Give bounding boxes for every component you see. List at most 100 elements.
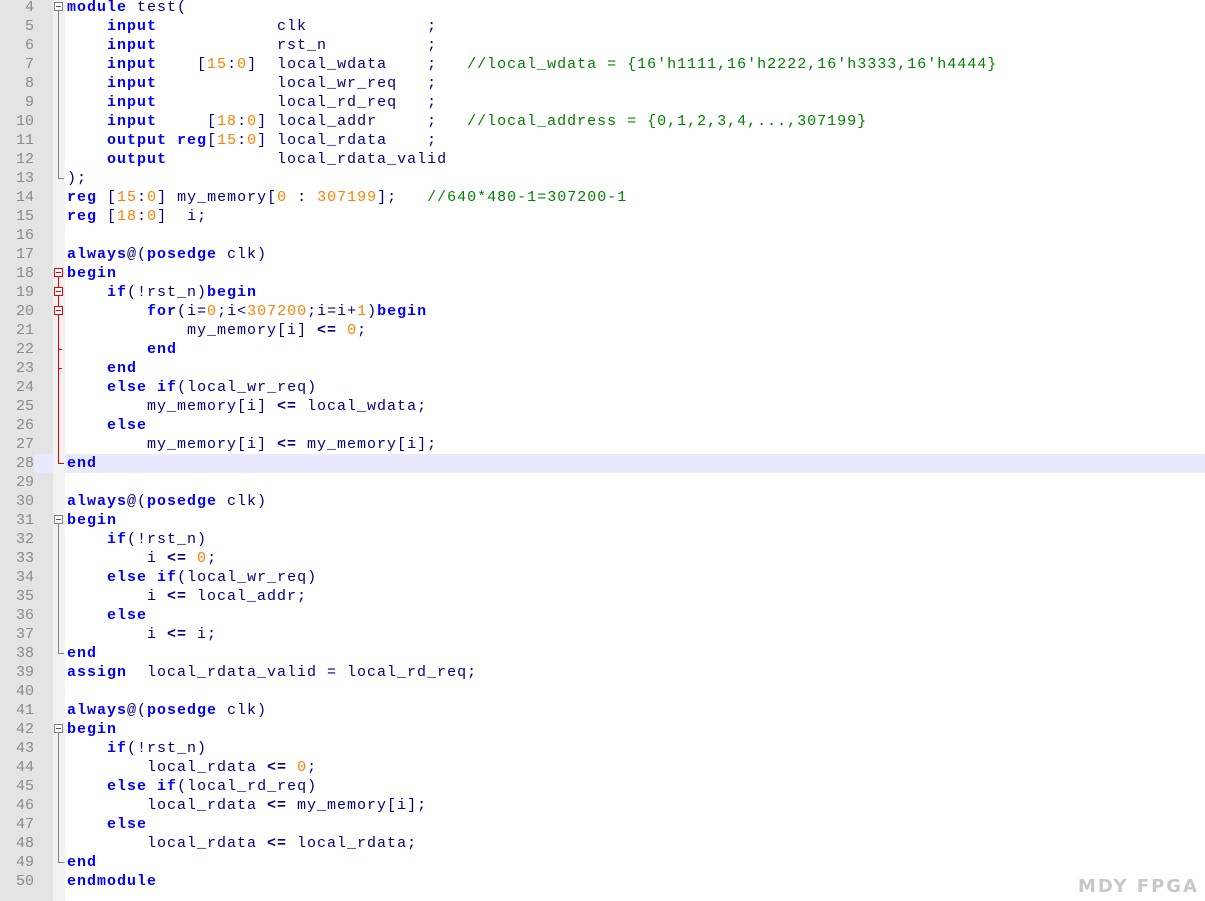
code-line[interactable]: 13);: [0, 169, 1205, 188]
line-number: 29: [15, 474, 34, 491]
token-text: ];: [377, 189, 428, 206]
collapse-icon[interactable]: [54, 268, 63, 277]
fold-marker: [53, 739, 65, 758]
fold-marker: [53, 74, 65, 93]
token-text: @(: [127, 493, 148, 510]
line-number: 15: [15, 208, 34, 225]
code-line[interactable]: 7 input [15:0] local_wdata ; //local_wda…: [0, 55, 1205, 74]
code-text: else if(local_wr_req): [67, 568, 317, 587]
code-text: always@(posedge clk): [67, 245, 267, 264]
code-line[interactable]: 11 output reg[15:0] local_rdata ;: [0, 131, 1205, 150]
collapse-icon[interactable]: [54, 306, 63, 315]
code-line[interactable]: 5 input clk ;: [0, 17, 1205, 36]
code-line[interactable]: 31 begin: [0, 511, 1205, 530]
code-line[interactable]: 20 for(i=0;i<307200;i=i+1)begin: [0, 302, 1205, 321]
code-line[interactable]: 45 else if(local_rd_req): [0, 777, 1205, 796]
fold-marker: [53, 530, 65, 549]
code-line[interactable]: 35 i <= local_addr;: [0, 587, 1205, 606]
token-text: (local_wr_req): [177, 379, 318, 396]
fold-marker[interactable]: [53, 283, 65, 302]
token-text: i: [67, 550, 168, 567]
line-number: 42: [15, 721, 34, 738]
fold-marker[interactable]: [53, 0, 65, 17]
token-keyword: else: [107, 417, 148, 434]
code-line[interactable]: 39 assign local_rdata_valid = local_rd_re…: [0, 663, 1205, 682]
code-line[interactable]: 18 begin: [0, 264, 1205, 283]
code-line[interactable]: 25 my_memory[i] <= local_wdata;: [0, 397, 1205, 416]
code-text: begin: [67, 720, 117, 739]
line-number: 47: [15, 816, 34, 833]
code-editor[interactable]: 4 module test(5 input clk ; 6 input rst_n …: [0, 0, 1205, 891]
code-line[interactable]: 30 always@(posedge clk): [0, 492, 1205, 511]
code-line[interactable]: 37 i <= i;: [0, 625, 1205, 644]
code-line[interactable]: 24 else if(local_wr_req): [0, 378, 1205, 397]
code-text: begin: [67, 264, 117, 283]
code-line[interactable]: 49 end: [0, 853, 1205, 872]
fold-marker: [53, 188, 65, 207]
code-line[interactable]: 43 if(!rst_n): [0, 739, 1205, 758]
code-line[interactable]: 47 else: [0, 815, 1205, 834]
token-text: local_rdata_valid = local_rd_req;: [127, 664, 478, 681]
code-line[interactable]: 32 if(!rst_n): [0, 530, 1205, 549]
line-number: 12: [15, 151, 34, 168]
code-line[interactable]: 38 end: [0, 644, 1205, 663]
code-line[interactable]: 19 if(!rst_n)begin: [0, 283, 1205, 302]
fold-marker: [53, 36, 65, 55]
collapse-icon[interactable]: [54, 2, 63, 11]
collapse-icon[interactable]: [54, 724, 63, 733]
collapse-icon[interactable]: [54, 515, 63, 524]
code-line[interactable]: 41 always@(posedge clk): [0, 701, 1205, 720]
code-line[interactable]: 8 input local_wr_req ;: [0, 74, 1205, 93]
code-line[interactable]: 33 i <= 0;: [0, 549, 1205, 568]
code-line[interactable]: 44 local_rdata <= 0;: [0, 758, 1205, 777]
code-line[interactable]: 14 reg [15:0] my_memory[0 : 307199]; //64…: [0, 188, 1205, 207]
code-line[interactable]: 4 module test(: [0, 0, 1205, 17]
code-line[interactable]: 23 end: [0, 359, 1205, 378]
token-text: test(: [127, 0, 188, 16]
code-line[interactable]: 9 input local_rd_req ;: [0, 93, 1205, 112]
token-text: [: [157, 113, 218, 130]
token-operator: <=: [267, 835, 288, 852]
code-line[interactable]: 29: [0, 473, 1205, 492]
collapse-icon[interactable]: [54, 287, 63, 296]
line-number: 28: [0, 454, 34, 473]
code-line[interactable]: 6 input rst_n ;: [0, 36, 1205, 55]
token-keyword: end: [107, 360, 138, 377]
code-text: input rst_n ;: [67, 36, 437, 55]
code-line[interactable]: 50 endmodule: [0, 872, 1205, 891]
code-line[interactable]: 17 always@(posedge clk): [0, 245, 1205, 264]
code-line[interactable]: 34 else if(local_wr_req): [0, 568, 1205, 587]
code-line[interactable]: 12 output local_rdata_valid: [0, 150, 1205, 169]
fold-marker[interactable]: [53, 264, 65, 283]
code-line[interactable]: 26 else: [0, 416, 1205, 435]
code-line[interactable]: 42 begin: [0, 720, 1205, 739]
code-line[interactable]: 28 end: [0, 454, 1205, 473]
fold-marker[interactable]: [53, 302, 65, 321]
code-line[interactable]: 36 else: [0, 606, 1205, 625]
code-text: input local_wr_req ;: [67, 74, 437, 93]
code-line[interactable]: 21 my_memory[i] <= 0;: [0, 321, 1205, 340]
line-number: 46: [15, 797, 34, 814]
code-line[interactable]: 27 my_memory[i] <= my_memory[i];: [0, 435, 1205, 454]
code-line[interactable]: 10 input [18:0] local_addr ; //local_add…: [0, 112, 1205, 131]
code-line[interactable]: 15 reg [18:0] i;: [0, 207, 1205, 226]
code-line[interactable]: 16: [0, 226, 1205, 245]
fold-marker[interactable]: [53, 720, 65, 739]
fold-marker[interactable]: [53, 511, 65, 530]
code-line[interactable]: 46 local_rdata <= my_memory[i];: [0, 796, 1205, 815]
line-number: 21: [15, 322, 34, 339]
code-line[interactable]: 40: [0, 682, 1205, 701]
token-text: my_memory[i]: [67, 322, 318, 339]
token-number: 0: [347, 322, 358, 339]
code-line[interactable]: 48 local_rdata <= local_rdata;: [0, 834, 1205, 853]
code-line[interactable]: 22 end: [0, 340, 1205, 359]
token-text: clk ;: [157, 18, 438, 35]
token-keyword: begin: [67, 265, 118, 282]
watermark-logo: MDY FPGA: [1077, 876, 1199, 897]
code-text: input [15:0] local_wdata ; //local_wdata…: [67, 55, 997, 74]
line-number: 23: [15, 360, 34, 377]
